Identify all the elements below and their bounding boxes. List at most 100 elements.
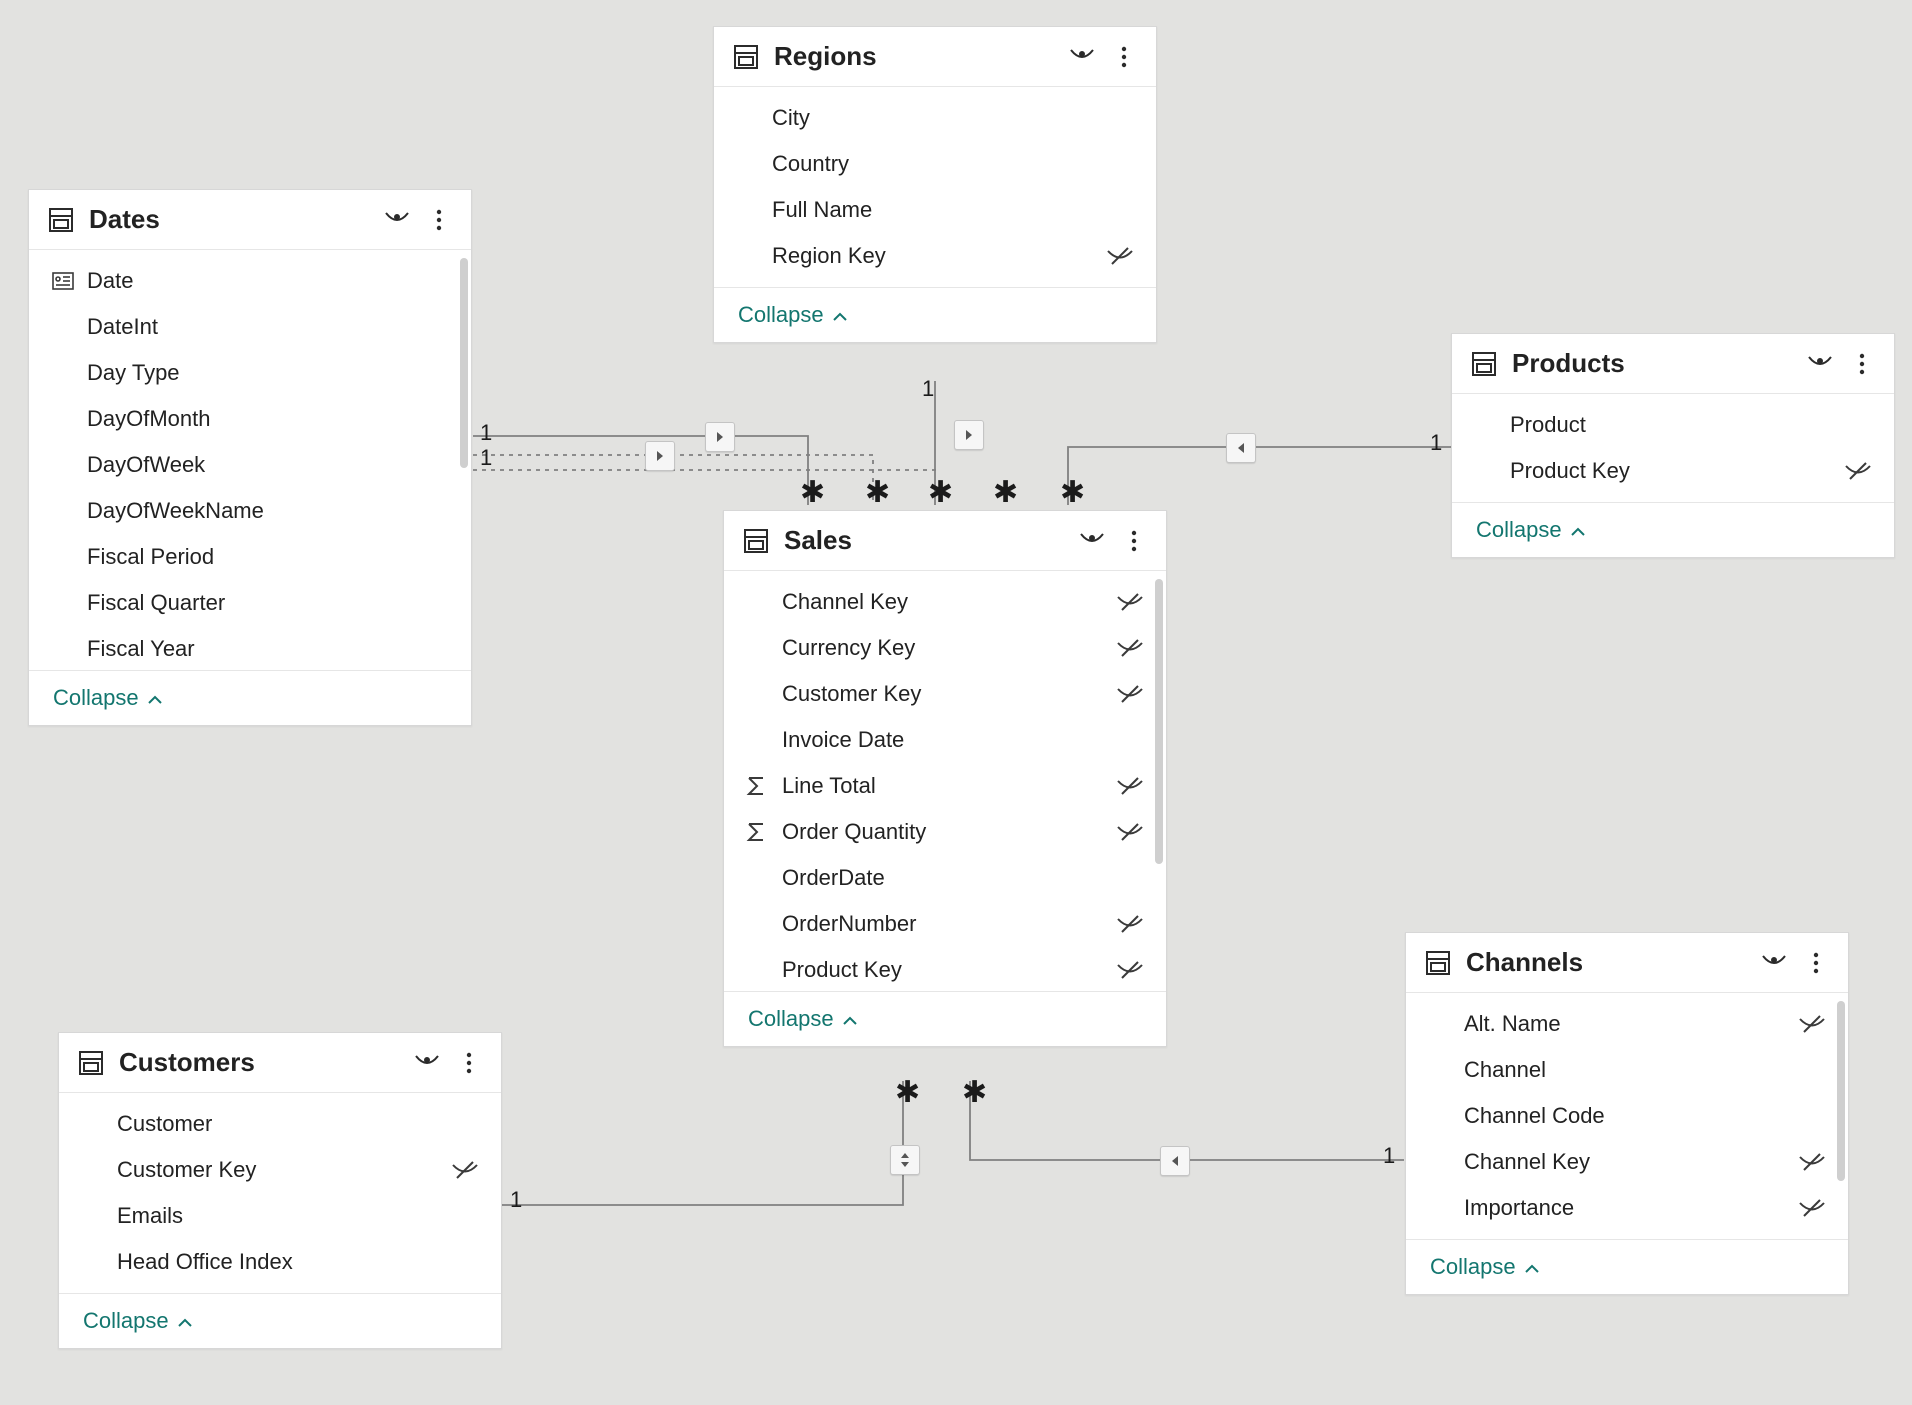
filter-direction-handle[interactable] — [705, 422, 735, 452]
table-title: Dates — [89, 204, 369, 235]
field-row[interactable]: Customer Key — [59, 1147, 501, 1193]
scrollbar-thumb[interactable] — [1837, 1001, 1845, 1181]
collapse-button[interactable]: Collapse — [59, 1293, 501, 1348]
filter-direction-handle[interactable] — [645, 441, 675, 471]
field-row[interactable]: Customer Key — [724, 671, 1166, 717]
hidden-icon — [1844, 461, 1872, 481]
scrollbar-thumb[interactable] — [460, 258, 468, 468]
cardinality-label: ✱ — [993, 478, 1018, 508]
collapse-button[interactable]: Collapse — [714, 287, 1156, 342]
visibility-icon[interactable] — [383, 206, 411, 234]
field-row[interactable]: Channel Key — [724, 579, 1166, 625]
more-options-icon[interactable] — [1848, 350, 1876, 378]
field-list: Date DateInt Day Type DayOfMonth DayOfWe… — [29, 250, 471, 670]
field-row[interactable]: Order Quantity — [724, 809, 1166, 855]
field-row[interactable]: Product Key — [1452, 448, 1894, 494]
more-options-icon[interactable] — [425, 206, 453, 234]
field-row[interactable]: Head Office Index — [59, 1239, 501, 1285]
field-row[interactable]: Region Key — [714, 233, 1156, 279]
table-title: Products — [1512, 348, 1792, 379]
field-row[interactable]: Country — [714, 141, 1156, 187]
field-row[interactable]: Line Total — [724, 763, 1166, 809]
field-row[interactable]: Channel Key — [1406, 1139, 1848, 1185]
filter-direction-both-handle[interactable] — [890, 1145, 920, 1175]
collapse-button[interactable]: Collapse — [1406, 1239, 1848, 1294]
table-header[interactable]: Dates — [29, 190, 471, 250]
more-options-icon[interactable] — [1110, 43, 1138, 71]
more-options-icon[interactable] — [1802, 949, 1830, 977]
more-options-icon[interactable] — [1120, 527, 1148, 555]
field-list: Customer Customer Key Emails Head Office… — [59, 1093, 501, 1293]
collapse-button[interactable]: Collapse — [724, 991, 1166, 1046]
visibility-icon[interactable] — [1078, 527, 1106, 555]
table-title: Customers — [119, 1047, 399, 1078]
field-row[interactable]: DayOfWeek — [29, 442, 471, 488]
cardinality-label: ✱ — [928, 478, 953, 508]
table-header[interactable]: Customers — [59, 1033, 501, 1093]
field-row[interactable]: Day Type — [29, 350, 471, 396]
field-row[interactable]: Full Name — [714, 187, 1156, 233]
table-icon — [77, 1049, 105, 1077]
field-row[interactable]: OrderNumber — [724, 901, 1166, 947]
table-icon — [47, 206, 75, 234]
table-title: Sales — [784, 525, 1064, 556]
table-header[interactable]: Sales — [724, 511, 1166, 571]
field-row[interactable]: Fiscal Period — [29, 534, 471, 580]
field-row[interactable]: Channel Code — [1406, 1093, 1848, 1139]
cardinality-label: 1 — [1383, 1143, 1395, 1169]
filter-direction-handle[interactable] — [1226, 433, 1256, 463]
filter-direction-handle[interactable] — [954, 420, 984, 450]
table-icon — [1470, 350, 1498, 378]
hidden-icon — [1798, 1152, 1826, 1172]
field-row[interactable]: Fiscal Quarter — [29, 580, 471, 626]
collapse-button[interactable]: Collapse — [29, 670, 471, 725]
hidden-icon — [1798, 1198, 1826, 1218]
table-header[interactable]: Regions — [714, 27, 1156, 87]
field-list: Channel Key Currency Key Customer Key In… — [724, 571, 1166, 991]
table-title: Regions — [774, 41, 1054, 72]
cardinality-label: ✱ — [1060, 478, 1085, 508]
field-row[interactable]: Currency Key — [724, 625, 1166, 671]
field-row[interactable]: Customer — [59, 1101, 501, 1147]
table-header[interactable]: Channels — [1406, 933, 1848, 993]
table-card-customers[interactable]: Customers Customer Customer Key Emails H… — [58, 1032, 502, 1349]
field-row[interactable]: Importance — [1406, 1185, 1848, 1231]
cardinality-label: 1 — [480, 445, 492, 471]
table-card-channels[interactable]: Channels Alt. Name Channel Channel Code … — [1405, 932, 1849, 1295]
table-card-sales[interactable]: Sales Channel Key Currency Key Customer … — [723, 510, 1167, 1047]
table-card-regions[interactable]: Regions City Country Full Name Region Ke… — [713, 26, 1157, 343]
filter-direction-handle[interactable] — [1160, 1146, 1190, 1176]
more-options-icon[interactable] — [455, 1049, 483, 1077]
field-row[interactable]: Channel — [1406, 1047, 1848, 1093]
field-row[interactable]: Product Key — [724, 947, 1166, 991]
field-row[interactable]: DayOfMonth — [29, 396, 471, 442]
visibility-icon[interactable] — [1068, 43, 1096, 71]
field-row[interactable]: DateInt — [29, 304, 471, 350]
table-header[interactable]: Products — [1452, 334, 1894, 394]
collapse-button[interactable]: Collapse — [1452, 502, 1894, 557]
cardinality-label: 1 — [1430, 430, 1442, 456]
scrollbar-thumb[interactable] — [1155, 579, 1163, 864]
table-card-dates[interactable]: Dates Date DateInt Day Type DayOfMonth D… — [28, 189, 472, 726]
hidden-icon — [1798, 1014, 1826, 1034]
hidden-icon — [1116, 592, 1144, 612]
chevron-up-icon — [147, 685, 163, 711]
field-row[interactable]: City — [714, 95, 1156, 141]
field-row[interactable]: Emails — [59, 1193, 501, 1239]
field-row[interactable]: OrderDate — [724, 855, 1166, 901]
visibility-icon[interactable] — [1760, 949, 1788, 977]
field-row[interactable]: Alt. Name — [1406, 1001, 1848, 1047]
visibility-icon[interactable] — [413, 1049, 441, 1077]
chevron-up-icon — [177, 1308, 193, 1334]
hidden-icon — [1116, 914, 1144, 934]
table-card-products[interactable]: Products Product Product Key Collapse — [1451, 333, 1895, 558]
field-row[interactable]: Product — [1452, 402, 1894, 448]
field-row[interactable]: Date — [29, 258, 471, 304]
field-row[interactable]: Invoice Date — [724, 717, 1166, 763]
field-row[interactable]: DayOfWeekName — [29, 488, 471, 534]
cardinality-label: ✱ — [895, 1078, 920, 1108]
visibility-icon[interactable] — [1806, 350, 1834, 378]
cardinality-label: 1 — [510, 1187, 522, 1213]
field-row[interactable]: Fiscal Year — [29, 626, 471, 670]
hidden-icon — [1116, 684, 1144, 704]
